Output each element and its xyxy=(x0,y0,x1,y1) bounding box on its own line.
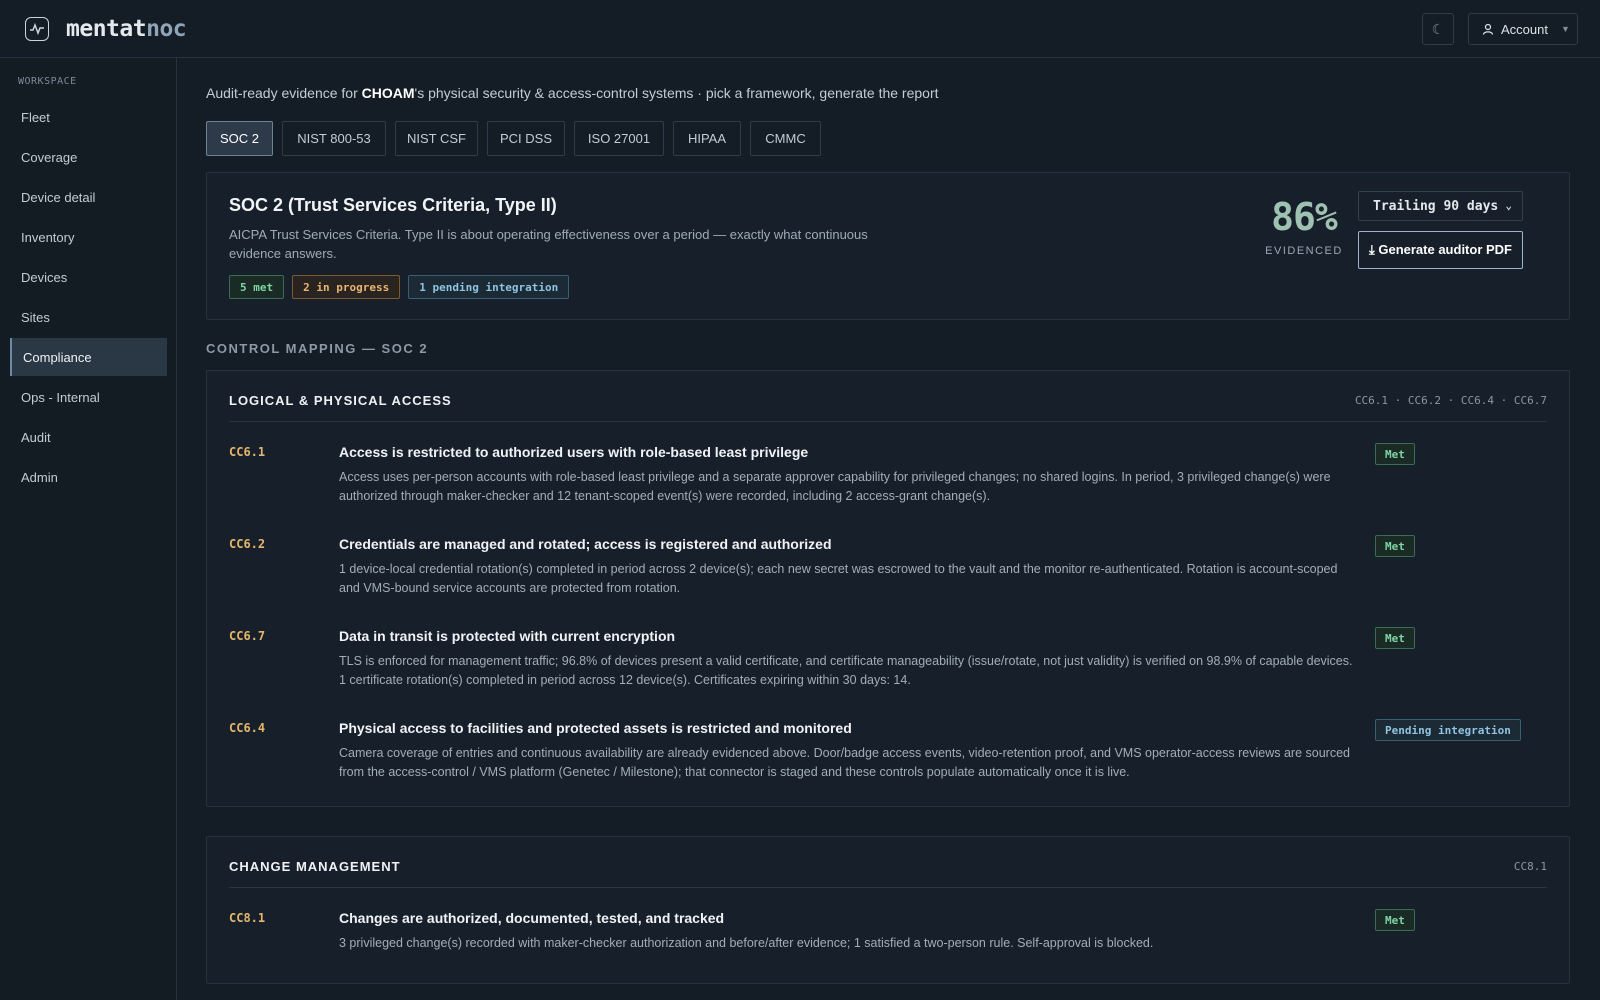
group-codes: CC8.1 xyxy=(1513,860,1547,873)
brand-name[interactable]: mentatnoc xyxy=(66,16,187,42)
sidebar-item-inventory[interactable]: Inventory xyxy=(10,218,167,256)
framework-summary-card: SOC 2 (Trust Services Criteria, Type II)… xyxy=(206,172,1570,320)
control-code: CC6.2 xyxy=(229,537,266,551)
brand-part2: noc xyxy=(146,16,187,42)
evidenced-label: EVIDENCED xyxy=(1265,245,1343,257)
intro-suffix: 's physical security & access-control sy… xyxy=(414,85,939,101)
brand-part1: mentat xyxy=(66,16,147,42)
control-code: CC6.7 xyxy=(229,629,266,643)
divider xyxy=(229,887,1547,888)
tab-nist-800-53[interactable]: NIST 800-53 xyxy=(282,121,386,156)
tenant-name: CHOAM xyxy=(361,85,415,101)
tab-pci-dss[interactable]: PCI DSS xyxy=(487,121,565,156)
sidebar: WORKSPACE Fleet Coverage Device detail I… xyxy=(0,58,177,1000)
sidebar-item-devices[interactable]: Devices xyxy=(10,258,167,296)
sidebar-item-fleet[interactable]: Fleet xyxy=(10,98,167,136)
status-badge: Met xyxy=(1375,627,1415,649)
sidebar-item-admin[interactable]: Admin xyxy=(10,458,167,496)
sidebar-heading: WORKSPACE xyxy=(18,76,77,87)
tab-cmmc[interactable]: CMMC xyxy=(750,121,821,156)
intro-prefix: Audit-ready evidence for xyxy=(206,85,362,101)
sidebar-item-compliance[interactable]: Compliance xyxy=(10,338,167,376)
top-bar: mentatnoc ☾ Account ▼ xyxy=(0,0,1600,58)
chevron-down-icon: ▼ xyxy=(1560,24,1570,34)
chevron-down-icon: ⌄ xyxy=(1505,199,1512,212)
control-code: CC8.1 xyxy=(229,911,266,925)
sidebar-item-audit[interactable]: Audit xyxy=(10,418,167,456)
status-badge: Met xyxy=(1375,909,1415,931)
in-progress-count-badge: 2 in progress xyxy=(292,275,401,299)
group-title: LOGICAL & PHYSICAL ACCESS xyxy=(229,393,452,408)
control-title: Credentials are managed and rotated; acc… xyxy=(339,536,832,552)
tab-soc2[interactable]: SOC 2 xyxy=(206,121,273,156)
section-heading: CONTROL MAPPING — SOC 2 xyxy=(206,341,429,356)
generate-pdf-button[interactable]: ⤓ Generate auditor PDF xyxy=(1358,231,1523,269)
main-content: Audit-ready evidence for CHOAM's physica… xyxy=(178,58,1600,1000)
period-value: Trailing 90 days xyxy=(1373,198,1499,214)
control-description: Access uses per-person accounts with rol… xyxy=(339,470,1331,503)
control-group-access: LOGICAL & PHYSICAL ACCESS CC6.1 · CC6.2 … xyxy=(206,370,1570,807)
status-badges: 5 met 2 in progress 1 pending integratio… xyxy=(229,275,570,299)
user-icon xyxy=(1482,23,1494,35)
control-description: TLS is enforced for management traffic; … xyxy=(339,654,1353,687)
control-title: Data in transit is protected with curren… xyxy=(339,628,676,644)
control-description: 1 device-local credential rotation(s) co… xyxy=(339,562,1338,595)
account-button[interactable]: Account ▼ xyxy=(1468,13,1578,45)
evidenced-percent: 86% xyxy=(1271,195,1338,239)
framework-title: SOC 2 (Trust Services Criteria, Type II) xyxy=(229,195,557,215)
control-title: Changes are authorized, documented, test… xyxy=(339,910,725,926)
moon-icon: ☾ xyxy=(1431,20,1445,37)
control-description: 3 privileged change(s) recorded with mak… xyxy=(339,936,1154,950)
divider xyxy=(229,421,1547,422)
tab-hipaa[interactable]: HIPAA xyxy=(673,121,741,156)
tab-nist-csf[interactable]: NIST CSF xyxy=(395,121,478,156)
period-select[interactable]: Trailing 90 days ⌄ xyxy=(1358,191,1523,221)
status-badge: Met xyxy=(1375,443,1415,465)
control-code: CC6.4 xyxy=(229,721,266,735)
pending-count-badge: 1 pending integration xyxy=(408,275,570,299)
theme-toggle-button[interactable]: ☾ xyxy=(1422,13,1454,45)
framework-description: AICPA Trust Services Criteria. Type II i… xyxy=(229,227,868,261)
status-badge: Pending integration xyxy=(1375,719,1521,741)
tab-iso-27001[interactable]: ISO 27001 xyxy=(574,121,664,156)
sidebar-item-ops-internal[interactable]: Ops - Internal xyxy=(10,378,167,416)
control-title: Physical access to facilities and protec… xyxy=(339,720,852,736)
account-label: Account xyxy=(1501,21,1548,37)
control-title: Access is restricted to authorized users… xyxy=(339,444,809,460)
control-description: Camera coverage of entries and continuou… xyxy=(339,746,1350,779)
intro-text: Audit-ready evidence for CHOAM's physica… xyxy=(206,85,939,101)
sidebar-item-coverage[interactable]: Coverage xyxy=(10,138,167,176)
logo-icon[interactable] xyxy=(25,17,49,41)
control-group-change-management: CHANGE MANAGEMENT CC8.1 CC8.1 Changes ar… xyxy=(206,836,1570,984)
status-badge: Met xyxy=(1375,535,1415,557)
group-title: CHANGE MANAGEMENT xyxy=(229,859,401,874)
met-count-badge: 5 met xyxy=(229,275,285,299)
sidebar-item-device-detail[interactable]: Device detail xyxy=(10,178,167,216)
sidebar-item-sites[interactable]: Sites xyxy=(10,298,167,336)
group-codes: CC6.1 · CC6.2 · CC6.4 · CC6.7 xyxy=(1354,394,1547,407)
control-code: CC6.1 xyxy=(229,445,266,459)
